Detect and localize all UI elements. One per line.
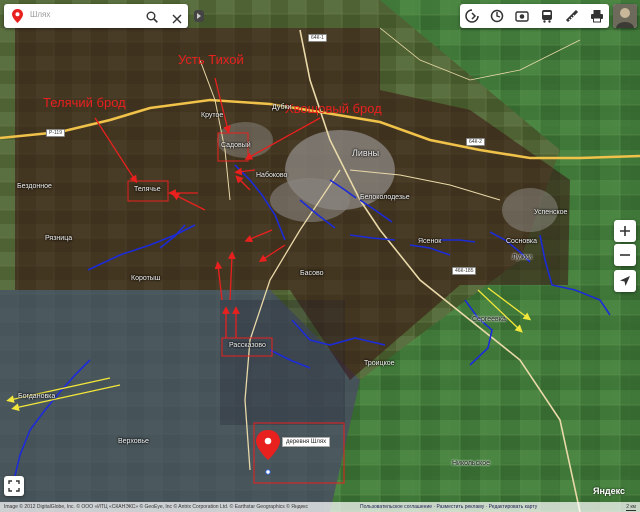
pin-label[interactable]: деревня Шлях [282, 437, 331, 447]
place-korotysh: Коротыш [131, 275, 161, 282]
map-marker-icon [12, 9, 23, 28]
place-luzhki: Лужки [512, 254, 532, 261]
road-badge-r64: 64К-1 [308, 34, 327, 42]
place-livny: Ливны [352, 148, 380, 158]
label-ust-tikhoy: Усть Тихой [178, 52, 244, 67]
locate-button[interactable] [614, 270, 636, 292]
user-avatar[interactable] [613, 4, 637, 28]
map-footer: Image © 2012 DigitalGlobe, Inc. © ООО «И… [0, 502, 640, 512]
road-badge-r119: Р-119 [46, 129, 65, 137]
place-uspenskoe: Успенское [534, 209, 568, 216]
place-bezdonnoe: Бездонное [17, 183, 52, 190]
layers-icon[interactable] [463, 7, 481, 25]
place-nabokovo: Набоково [256, 172, 288, 179]
plus-icon [620, 226, 630, 236]
ruler-icon[interactable] [563, 7, 581, 25]
search-bar: Шлях [4, 4, 188, 28]
print-icon[interactable] [588, 7, 606, 25]
search-input[interactable]: Шлях [30, 10, 50, 19]
fullscreen-icon [8, 480, 20, 492]
place-belokolodezye: Белоколодезье [360, 194, 410, 201]
satellite-map[interactable] [0, 0, 640, 512]
place-teliachye: Телячье [134, 186, 161, 193]
search-icon[interactable] [146, 10, 158, 28]
avatar-icon [613, 4, 637, 28]
chevron-right-icon [197, 13, 201, 19]
minus-icon [620, 254, 630, 256]
place-yasenok: Ясенок [418, 238, 442, 245]
road-badge-m64: 64К-2 [466, 138, 485, 146]
map-toolbar [460, 4, 609, 28]
scale-bar: 2 км [626, 503, 636, 511]
place-sadovy: Садовый [221, 142, 251, 149]
place-sosnovka: Сосновка [506, 238, 538, 245]
traffic-icon[interactable] [488, 7, 506, 25]
collapse-panel-button[interactable] [194, 10, 204, 22]
place-troitskoe: Троицкое [364, 360, 395, 367]
zoom-in-button[interactable] [614, 220, 636, 242]
label-khvoshchovy-brod: Хвощовый брод [285, 101, 382, 116]
place-basovo: Басово [300, 270, 324, 277]
road-badge-r46: 46К-185 [452, 267, 477, 275]
fullscreen-button[interactable] [4, 476, 24, 496]
close-icon[interactable] [172, 11, 182, 29]
bus-icon[interactable] [538, 7, 556, 25]
yandex-logo: Яндекс [593, 486, 626, 496]
zoom-out-button[interactable] [614, 244, 636, 266]
place-raznitsa: Рязница [45, 235, 73, 242]
panorama-icon[interactable] [513, 7, 531, 25]
locate-icon [620, 276, 630, 286]
place-verkhovye: Верховье [118, 438, 149, 445]
footer-links[interactable]: Пользовательское соглашение · Разместить… [360, 504, 600, 510]
place-sergeevka: Сергеевка [472, 316, 506, 323]
label-teliachiy-brod: Телячий брод [43, 95, 126, 110]
place-dubki: Дубки [272, 104, 292, 111]
place-bogdanovka: Богдановка [18, 393, 56, 400]
copyright-text: Image © 2012 DigitalGlobe, Inc. © ООО «И… [4, 504, 309, 510]
place-krutoe: Крутое [201, 112, 224, 119]
place-nikolskoe: Никольское [452, 460, 491, 467]
place-rasskazovo: Рассказово [229, 342, 266, 349]
